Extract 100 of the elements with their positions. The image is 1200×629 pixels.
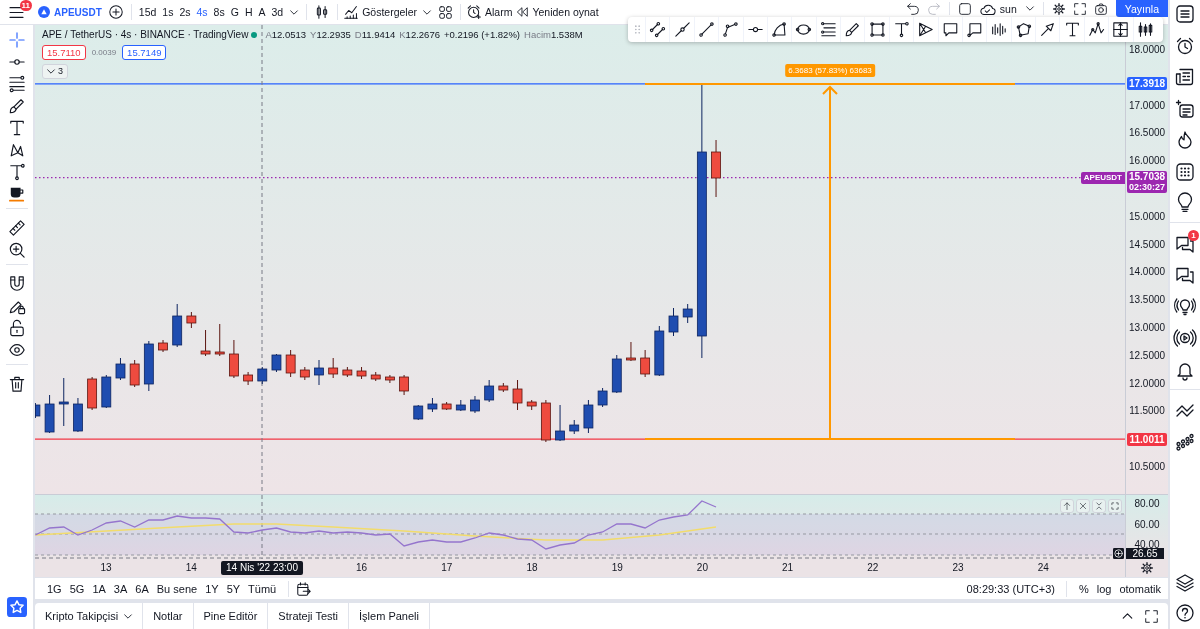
move-up-button[interactable] xyxy=(1060,499,1074,513)
panel-tab[interactable]: Kripto Takipçisi xyxy=(35,603,144,629)
lightbulb-waves-icon[interactable] xyxy=(1176,297,1194,316)
ellipse-icon[interactable] xyxy=(796,22,812,37)
eye-icon[interactable] xyxy=(8,342,25,358)
date-range-button[interactable]: 1Y xyxy=(201,579,223,598)
rectangle-icon[interactable] xyxy=(869,22,885,37)
horizontal-lines-icon[interactable] xyxy=(820,22,836,37)
symbol-search-button[interactable]: APEUSDT xyxy=(33,2,105,22)
pencil-lock-icon[interactable] xyxy=(8,298,25,314)
scale-option-button[interactable]: log xyxy=(1092,579,1116,598)
undo-icon[interactable] xyxy=(906,2,919,15)
date-range-button[interactable]: 5Y xyxy=(222,579,245,598)
price-range-icon[interactable] xyxy=(893,22,909,37)
chevron-down-icon[interactable] xyxy=(290,9,299,15)
scale-option-button[interactable]: % xyxy=(1074,579,1093,598)
dots-icon[interactable] xyxy=(1176,432,1194,451)
interval-button[interactable]: H xyxy=(241,2,256,22)
square-icon[interactable] xyxy=(958,2,971,15)
date-range-button[interactable]: Bu sene xyxy=(152,579,202,598)
arc-icon[interactable] xyxy=(772,22,788,37)
chat-icon[interactable] xyxy=(1176,234,1194,253)
settings-icon[interactable] xyxy=(1052,2,1065,15)
text-icon[interactable] xyxy=(1064,22,1080,37)
star-icon[interactable] xyxy=(6,597,27,617)
replay-button[interactable]: Yeniden oynat xyxy=(514,2,601,22)
camera-icon[interactable] xyxy=(1094,2,1107,15)
callout-icon[interactable] xyxy=(942,22,958,37)
interval-button[interactable]: A xyxy=(255,2,269,22)
add-symbol-icon[interactable] xyxy=(108,5,123,19)
buy-price-button[interactable]: 15.7149 xyxy=(122,45,167,60)
panel-tab[interactable]: Strateji Testi xyxy=(268,603,350,629)
settings-icon[interactable] xyxy=(1141,562,1153,574)
calendar-icon[interactable] xyxy=(1176,162,1194,181)
lightbulb-icon[interactable] xyxy=(1176,194,1194,212)
horizontal-lines-icon[interactable] xyxy=(8,76,25,92)
interval-button[interactable]: G xyxy=(227,2,242,22)
menu-icon[interactable] xyxy=(9,5,24,19)
polygon-icon[interactable] xyxy=(1015,22,1031,37)
lock-icon[interactable] xyxy=(8,320,25,336)
arrow-icon[interactable] xyxy=(1040,22,1056,37)
flame-icon[interactable] xyxy=(1176,131,1194,149)
sparkle-list-icon[interactable] xyxy=(1176,99,1194,118)
zigzag-pattern-icon[interactable] xyxy=(8,142,25,158)
go-to-date-icon[interactable] xyxy=(297,581,312,596)
bars-pattern-icon[interactable] xyxy=(991,22,1007,37)
publish-button[interactable]: Yayınla xyxy=(1115,0,1168,17)
text-icon[interactable] xyxy=(8,120,25,136)
fullscreen-icon[interactable] xyxy=(1145,609,1158,623)
chevron-up-icon[interactable] xyxy=(1122,613,1133,619)
interval-button[interactable]: 2s xyxy=(176,2,194,22)
bell-icon[interactable] xyxy=(1176,360,1194,379)
alert-button[interactable]: Alarm xyxy=(465,2,515,22)
grid-icon[interactable] xyxy=(1113,22,1129,37)
brush-icon[interactable] xyxy=(845,22,861,37)
parallel-channel-icon[interactable] xyxy=(650,22,666,37)
date-range-button[interactable]: 5G xyxy=(65,579,89,598)
watchlist-icon[interactable] xyxy=(1176,5,1194,23)
broadcast-icon[interactable] xyxy=(1176,329,1194,347)
comment-icon[interactable] xyxy=(967,22,983,37)
date-range-button[interactable]: 6A xyxy=(131,579,153,598)
trend-line-icon[interactable] xyxy=(698,22,714,37)
panel-tab[interactable]: Pine Editör xyxy=(193,603,269,629)
indicators-toggle-button[interactable]: 3 xyxy=(42,64,68,79)
panel-tab[interactable]: Notlar xyxy=(143,603,194,629)
alarm-clock-icon[interactable] xyxy=(1176,36,1194,55)
newspaper-icon[interactable] xyxy=(1176,68,1194,86)
indicators-button[interactable]: Göstergeler xyxy=(342,2,420,22)
date-range-button[interactable]: 1A xyxy=(88,579,110,598)
chevron-down-icon[interactable] xyxy=(1025,6,1034,11)
magnet-icon[interactable] xyxy=(8,276,25,292)
help-icon[interactable] xyxy=(1176,604,1194,622)
extended-line-icon[interactable] xyxy=(674,22,690,37)
fullscreen-icon[interactable] xyxy=(1073,2,1086,15)
add-plus-icon[interactable] xyxy=(1113,548,1124,559)
drag-handle-icon[interactable] xyxy=(635,25,640,34)
date-range-button[interactable]: Tümü xyxy=(244,579,281,598)
candlestick-icon[interactable] xyxy=(1137,22,1153,37)
interval-button[interactable]: 1s xyxy=(159,2,177,22)
zigzag-pattern-icon[interactable] xyxy=(1088,22,1104,37)
trash-icon[interactable] xyxy=(8,376,25,392)
panel-tab[interactable]: İşlem Paneli xyxy=(349,603,430,629)
remove-button[interactable] xyxy=(1076,499,1090,513)
scale-option-button[interactable]: otomatik xyxy=(1115,579,1165,598)
layout-grid-icon[interactable] xyxy=(439,5,453,19)
polyline-icon[interactable] xyxy=(723,22,739,37)
brush-icon[interactable] xyxy=(8,98,25,114)
interval-button[interactable]: 3d xyxy=(268,2,287,22)
candlestick-icon[interactable] xyxy=(315,5,330,19)
layers-icon[interactable] xyxy=(1176,574,1194,592)
ruler-icon[interactable] xyxy=(8,220,25,236)
date-range-button[interactable]: 1G xyxy=(43,579,66,598)
layout-button[interactable]: sun xyxy=(979,0,1017,19)
triangle-icon[interactable] xyxy=(918,22,934,37)
interval-button[interactable]: 15d xyxy=(135,2,160,22)
collapse-button[interactable] xyxy=(1092,499,1106,513)
zoom-in-icon[interactable] xyxy=(8,242,25,258)
date-range-button[interactable]: 3A xyxy=(109,579,132,598)
sell-price-button[interactable]: 15.7110 xyxy=(42,45,86,60)
chat-icon[interactable] xyxy=(1176,266,1194,284)
